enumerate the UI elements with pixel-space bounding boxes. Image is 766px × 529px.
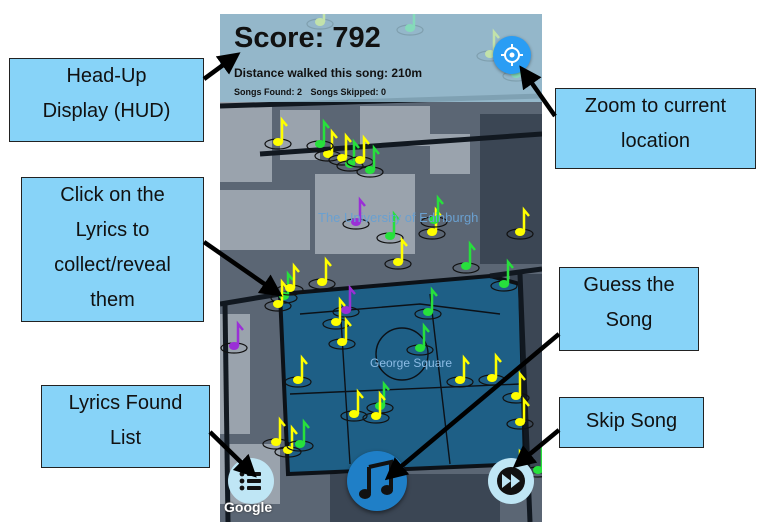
arrow-hud: [202, 52, 241, 81]
arrow-zoom: [519, 65, 557, 118]
arrow-guess: [384, 332, 561, 481]
arrow-lyrics: [202, 240, 283, 297]
annotation-arrows: [202, 52, 561, 481]
arrow-skip: [512, 428, 561, 469]
arrow-found-list: [208, 430, 257, 478]
